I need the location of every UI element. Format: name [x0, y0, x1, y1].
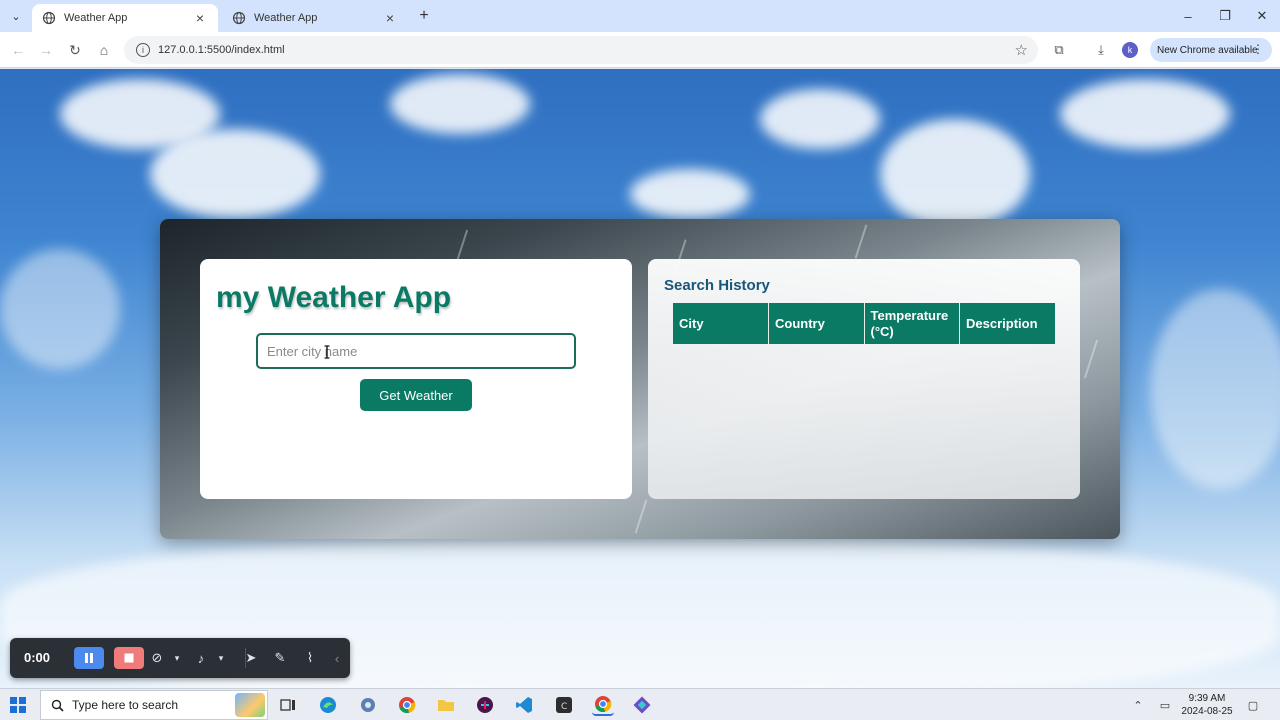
tab-label: Weather App: [254, 12, 318, 24]
pen-icon[interactable]: ✎: [271, 649, 289, 667]
address-bar[interactable]: i 127.0.0.1:5500/index.html ☆: [124, 36, 1038, 64]
browser-tab-bar: ⌄ Weather App × Weather App × + – ❐ ✕: [0, 0, 1280, 32]
weather-search-card: my Weather App Get Weather: [200, 259, 632, 499]
chrome-browser-active-icon[interactable]: [592, 694, 614, 716]
reload-icon[interactable]: ↻: [65, 40, 85, 60]
task-view-icon[interactable]: [277, 694, 299, 716]
tab-weather-app-active[interactable]: Weather App ×: [32, 4, 218, 32]
column-header-city: City: [673, 303, 769, 344]
column-header-country: Country: [768, 303, 865, 344]
chrome-browser-icon[interactable]: [396, 694, 418, 716]
clock-date: 2024-08-25: [1181, 706, 1233, 717]
maximize-icon[interactable]: ❐: [1207, 0, 1243, 32]
window-close-icon[interactable]: ✕: [1244, 0, 1280, 32]
tab-label: Weather App: [64, 12, 128, 24]
screen-recorder-toolbar: 0:00 ⊘ ▾ ♪ ▾ ➤ ✎ ⌇ ‹: [10, 638, 350, 678]
git-tool-icon[interactable]: [631, 694, 653, 716]
cloud-shape: [760, 89, 880, 149]
forward-arrow-icon[interactable]: →: [36, 40, 56, 60]
profile-initial: k: [1127, 45, 1133, 55]
update-label: New Chrome available: [1157, 44, 1258, 56]
chevron-down-icon[interactable]: ▾: [212, 649, 230, 667]
extensions-puzzle-icon[interactable]: ⧉: [1050, 41, 1068, 59]
kebab-menu-icon[interactable]: ⋮: [1252, 42, 1264, 56]
rain-streak: [634, 499, 648, 534]
close-tab-icon[interactable]: ×: [192, 10, 208, 26]
browser-toolbar: ← → ↻ ⌂ i 127.0.0.1:5500/index.html ☆ ⧉ …: [0, 32, 1280, 68]
url-text: 127.0.0.1:5500/index.html: [158, 44, 285, 56]
search-history-table: City Country Temperature (°C) Descriptio…: [673, 303, 1055, 344]
slack-icon[interactable]: [474, 694, 496, 716]
clock-time: 9:39 AM: [1188, 693, 1226, 704]
vscode-icon[interactable]: [513, 694, 535, 716]
column-header-temperature: Temperature (°C): [864, 303, 960, 344]
search-history-title: Search History: [664, 277, 770, 294]
edge-browser-icon[interactable]: [317, 694, 339, 716]
windows-taskbar: Type here to search C ⌃ ▭ 9:39 AM 2024-0…: [0, 688, 1280, 720]
microphone-off-icon[interactable]: ♪: [192, 649, 210, 667]
column-header-description: Description: [959, 303, 1055, 344]
windows-start-icon[interactable]: [10, 697, 26, 713]
pause-icon: [85, 653, 93, 663]
collapse-chevron-icon[interactable]: ‹: [328, 649, 346, 667]
stop-button[interactable]: [114, 647, 144, 669]
table-header-row: City Country Temperature (°C) Descriptio…: [673, 303, 1055, 344]
download-icon[interactable]: ⤓: [1092, 41, 1110, 59]
search-highlight-illustration: [235, 693, 265, 717]
tray-chevron-up-icon[interactable]: ⌃: [1131, 698, 1145, 712]
taskbar-search-placeholder: Type here to search: [72, 698, 179, 712]
tab-search-chevron-icon[interactable]: ⌄: [6, 6, 26, 26]
pointer-arrow-icon[interactable]: ➤: [242, 649, 260, 667]
bookmark-star-icon[interactable]: ☆: [1015, 41, 1028, 59]
get-weather-button[interactable]: Get Weather: [360, 379, 472, 411]
taskbar-clock[interactable]: 9:39 AM 2024-08-25: [1180, 692, 1234, 718]
chrome-update-button[interactable]: New Chrome available ⋮: [1150, 38, 1272, 62]
cloud-shape: [150, 129, 320, 219]
rain-streak: [1083, 339, 1099, 379]
settings-gear-icon[interactable]: [357, 694, 379, 716]
camera-off-icon[interactable]: ⊘: [148, 649, 166, 667]
svg-text:C: C: [561, 702, 567, 712]
site-info-icon[interactable]: i: [136, 43, 150, 57]
back-arrow-icon[interactable]: ←: [8, 40, 28, 60]
new-tab-plus-icon[interactable]: +: [414, 6, 434, 26]
eraser-broom-icon[interactable]: ⌇: [301, 649, 319, 667]
notification-icon[interactable]: ▢: [1246, 698, 1260, 712]
pause-button[interactable]: [74, 647, 104, 669]
cloud-shape: [390, 74, 530, 134]
globe-icon: [232, 11, 246, 25]
rain-streak: [854, 224, 868, 259]
page-viewport: my Weather App Get Weather Search Histor…: [0, 69, 1280, 688]
profile-avatar[interactable]: k: [1122, 42, 1138, 58]
chevron-down-icon[interactable]: ▾: [168, 649, 186, 667]
recording-timer: 0:00: [24, 650, 51, 665]
minimize-icon[interactable]: –: [1170, 0, 1206, 32]
globe-icon: [42, 11, 56, 25]
file-explorer-folder-icon[interactable]: [435, 694, 457, 716]
tab-weather-app[interactable]: Weather App ×: [222, 4, 408, 32]
cloud-shape: [1150, 289, 1280, 489]
stop-icon: [124, 653, 134, 663]
cloud-shape: [1060, 79, 1230, 149]
cloud-shape: [0, 249, 120, 369]
home-icon[interactable]: ⌂: [94, 40, 114, 60]
cloud-shape: [880, 119, 1030, 229]
search-history-card: Search History City Country Temperature …: [648, 259, 1080, 499]
terminal-app-icon[interactable]: C: [553, 694, 575, 716]
weather-panel: my Weather App Get Weather Search Histor…: [160, 219, 1120, 539]
taskbar-search-box[interactable]: Type here to search: [40, 690, 268, 720]
network-battery-icon[interactable]: ▭: [1158, 698, 1172, 712]
search-icon: [51, 699, 64, 712]
city-name-input[interactable]: [256, 333, 576, 369]
close-tab-icon[interactable]: ×: [382, 10, 398, 26]
text-cursor-icon: [324, 345, 330, 359]
app-title: my Weather App: [216, 281, 452, 314]
cloud-shape: [630, 169, 750, 219]
